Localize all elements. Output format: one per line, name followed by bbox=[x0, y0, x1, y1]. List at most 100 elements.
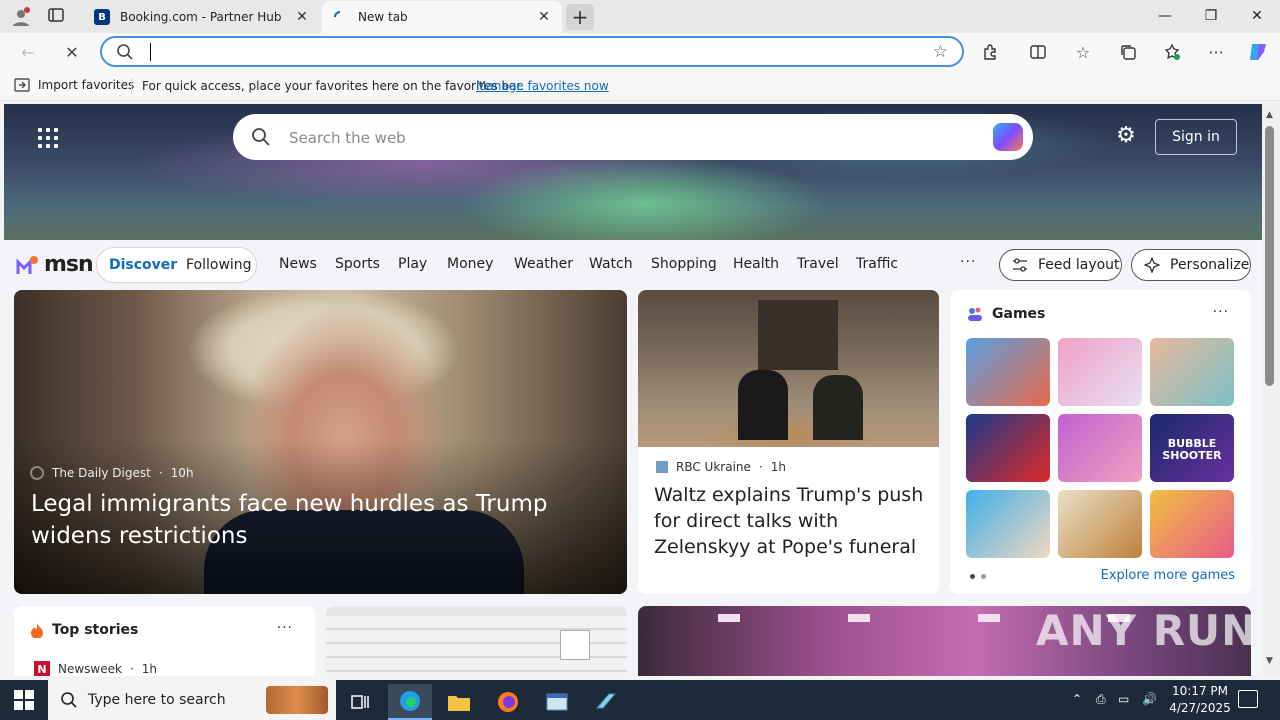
tab-actions-icon[interactable] bbox=[48, 7, 68, 25]
copilot-icon[interactable] bbox=[993, 123, 1023, 151]
carousel-dots[interactable] bbox=[970, 574, 986, 579]
nav-travel[interactable]: Travel bbox=[797, 256, 839, 272]
app-window-icon[interactable] bbox=[535, 684, 579, 720]
games-card: Games ··· BUBBLE SHOOTER Explore more ga… bbox=[950, 290, 1251, 594]
scroll-up-icon[interactable]: ▲ bbox=[1266, 110, 1273, 120]
nav-news[interactable]: News bbox=[279, 256, 317, 272]
windows-start-icon[interactable] bbox=[14, 690, 34, 710]
address-bar[interactable]: ☆ bbox=[100, 36, 964, 67]
firefox-icon[interactable] bbox=[486, 684, 530, 720]
favorites-icon[interactable]: ☆ bbox=[1069, 39, 1097, 65]
show-hidden-icons-icon[interactable]: ⌃ bbox=[1072, 692, 1082, 706]
top-stories-title: Top stories bbox=[52, 622, 139, 638]
close-icon[interactable]: ✕ bbox=[294, 9, 310, 25]
game-tile-9[interactable] bbox=[1150, 490, 1234, 558]
personalize-button[interactable]: Personalize bbox=[1131, 249, 1251, 281]
favorites-bar-message: For quick access, place your favorites h… bbox=[142, 79, 525, 93]
restore-icon[interactable]: ❐ bbox=[1188, 0, 1234, 32]
story-image-card[interactable] bbox=[326, 606, 627, 676]
game-tile-8[interactable] bbox=[1058, 490, 1142, 558]
settings-more-icon[interactable]: ··· bbox=[1202, 39, 1230, 65]
address-input[interactable] bbox=[148, 42, 908, 62]
taskbar-search-placeholder: Type here to search bbox=[88, 692, 226, 708]
file-explorer-icon[interactable] bbox=[437, 684, 481, 720]
image-detail bbox=[718, 614, 740, 622]
copilot-icon[interactable] bbox=[1244, 39, 1272, 65]
nav-play[interactable]: Play bbox=[398, 256, 427, 272]
game-tile-7[interactable] bbox=[966, 490, 1050, 558]
stop-loading-icon[interactable]: ✕ bbox=[58, 39, 86, 65]
hero-story-card[interactable]: The Daily Digest · 10h Legal immigrants … bbox=[14, 290, 627, 594]
close-icon[interactable]: ✕ bbox=[536, 9, 552, 25]
tab-new-tab[interactable]: New tab ✕ bbox=[322, 1, 562, 33]
new-tab-button[interactable]: + bbox=[566, 4, 594, 30]
loading-icon bbox=[332, 9, 348, 25]
tab-booking[interactable]: B Booking.com - Partner Hub ✕ bbox=[84, 1, 320, 33]
scroll-down-icon[interactable]: ▼ bbox=[1266, 656, 1273, 666]
task-view-icon[interactable] bbox=[338, 684, 382, 720]
nav-money[interactable]: Money bbox=[447, 256, 493, 272]
game-tile-5[interactable] bbox=[1058, 414, 1142, 482]
favorite-star-icon[interactable]: ☆ bbox=[933, 42, 948, 62]
network-icon[interactable]: ▭ bbox=[1118, 692, 1129, 706]
more-options-icon[interactable]: ··· bbox=[277, 620, 293, 636]
source-name: The Daily Digest bbox=[52, 466, 151, 480]
search-placeholder: Search the web bbox=[289, 129, 406, 147]
tab-following[interactable]: Following bbox=[186, 257, 252, 273]
app-tool-icon[interactable] bbox=[584, 684, 628, 720]
page-scrollbar[interactable]: ▲ ▼ bbox=[1262, 104, 1280, 676]
page-settings-icon[interactable]: ⚙ bbox=[1114, 124, 1138, 148]
split-screen-icon[interactable] bbox=[1024, 39, 1052, 65]
source-separator: · bbox=[129, 662, 134, 676]
source-logo-icon bbox=[30, 466, 44, 480]
feed-layout-button[interactable]: Feed layout bbox=[999, 249, 1122, 281]
nav-watch[interactable]: Watch bbox=[589, 256, 633, 272]
edge-taskbar-icon[interactable] bbox=[388, 684, 432, 720]
device-icon[interactable]: ⎙ bbox=[1096, 692, 1106, 707]
import-favorites-button[interactable]: Import favorites bbox=[14, 78, 134, 92]
browser-essentials-icon[interactable] bbox=[1158, 39, 1186, 65]
story-image bbox=[638, 290, 939, 447]
windows-taskbar: Type here to search ⌃ ⎙ ▭ 🔊 10:17 PM 4/2… bbox=[0, 680, 1280, 720]
minimize-icon[interactable]: — bbox=[1142, 0, 1188, 32]
tab-discover[interactable]: Discover bbox=[109, 257, 177, 273]
taskbar-search[interactable]: Type here to search bbox=[48, 680, 336, 720]
nav-more-icon[interactable]: ··· bbox=[960, 254, 976, 270]
more-options-icon[interactable]: ··· bbox=[1213, 304, 1229, 320]
nav-health[interactable]: Health bbox=[733, 256, 779, 272]
nav-traffic[interactable]: Traffic bbox=[856, 256, 898, 272]
msn-butterfly-icon bbox=[16, 255, 38, 274]
sliders-icon bbox=[1013, 258, 1027, 272]
game-tile-6[interactable]: BUBBLE SHOOTER bbox=[1150, 414, 1234, 482]
game-tile-2[interactable] bbox=[1058, 338, 1142, 406]
window-close-icon[interactable]: ✕ bbox=[1234, 0, 1280, 32]
explore-more-games-link[interactable]: Explore more games bbox=[1101, 568, 1235, 583]
volume-icon[interactable]: 🔊 bbox=[1142, 692, 1157, 706]
sign-in-button[interactable]: Sign in bbox=[1155, 119, 1237, 155]
story-headline[interactable]: Waltz explains Trump's push for direct t… bbox=[654, 482, 929, 560]
collections-icon[interactable] bbox=[1114, 39, 1142, 65]
back-icon[interactable]: ← bbox=[14, 39, 42, 65]
web-search-box[interactable]: Search the web bbox=[233, 114, 1033, 160]
nav-sports[interactable]: Sports bbox=[335, 256, 380, 272]
story-headline[interactable]: Legal immigrants face new hurdles as Tru… bbox=[31, 488, 621, 552]
story-source: N Newsweek · 1h bbox=[34, 661, 157, 676]
source-logo-icon bbox=[656, 461, 668, 473]
game-tile-4[interactable] bbox=[966, 414, 1050, 482]
new-tab-page: Search the web ⚙ Sign in msn Discover Fo… bbox=[4, 104, 1262, 676]
extensions-icon[interactable] bbox=[976, 39, 1004, 65]
system-clock[interactable]: 10:17 PM 4/27/2025 bbox=[1160, 683, 1240, 717]
app-launcher-icon[interactable] bbox=[38, 128, 58, 148]
news-story-card[interactable]: RBC Ukraine · 1h Waltz explains Trump's … bbox=[638, 290, 939, 594]
msn-logo[interactable]: msn bbox=[16, 252, 94, 277]
game-tile-1[interactable] bbox=[966, 338, 1050, 406]
notifications-icon[interactable] bbox=[1238, 690, 1258, 708]
game-tile-3[interactable] bbox=[1150, 338, 1234, 406]
profile-icon[interactable] bbox=[8, 6, 34, 28]
flame-icon bbox=[31, 623, 43, 638]
scroll-thumb[interactable] bbox=[1265, 126, 1274, 386]
manage-favorites-link[interactable]: Manage favorites now bbox=[476, 79, 609, 93]
import-favorites-label: Import favorites bbox=[38, 78, 135, 92]
nav-weather[interactable]: Weather bbox=[514, 256, 573, 272]
nav-shopping[interactable]: Shopping bbox=[651, 256, 717, 272]
